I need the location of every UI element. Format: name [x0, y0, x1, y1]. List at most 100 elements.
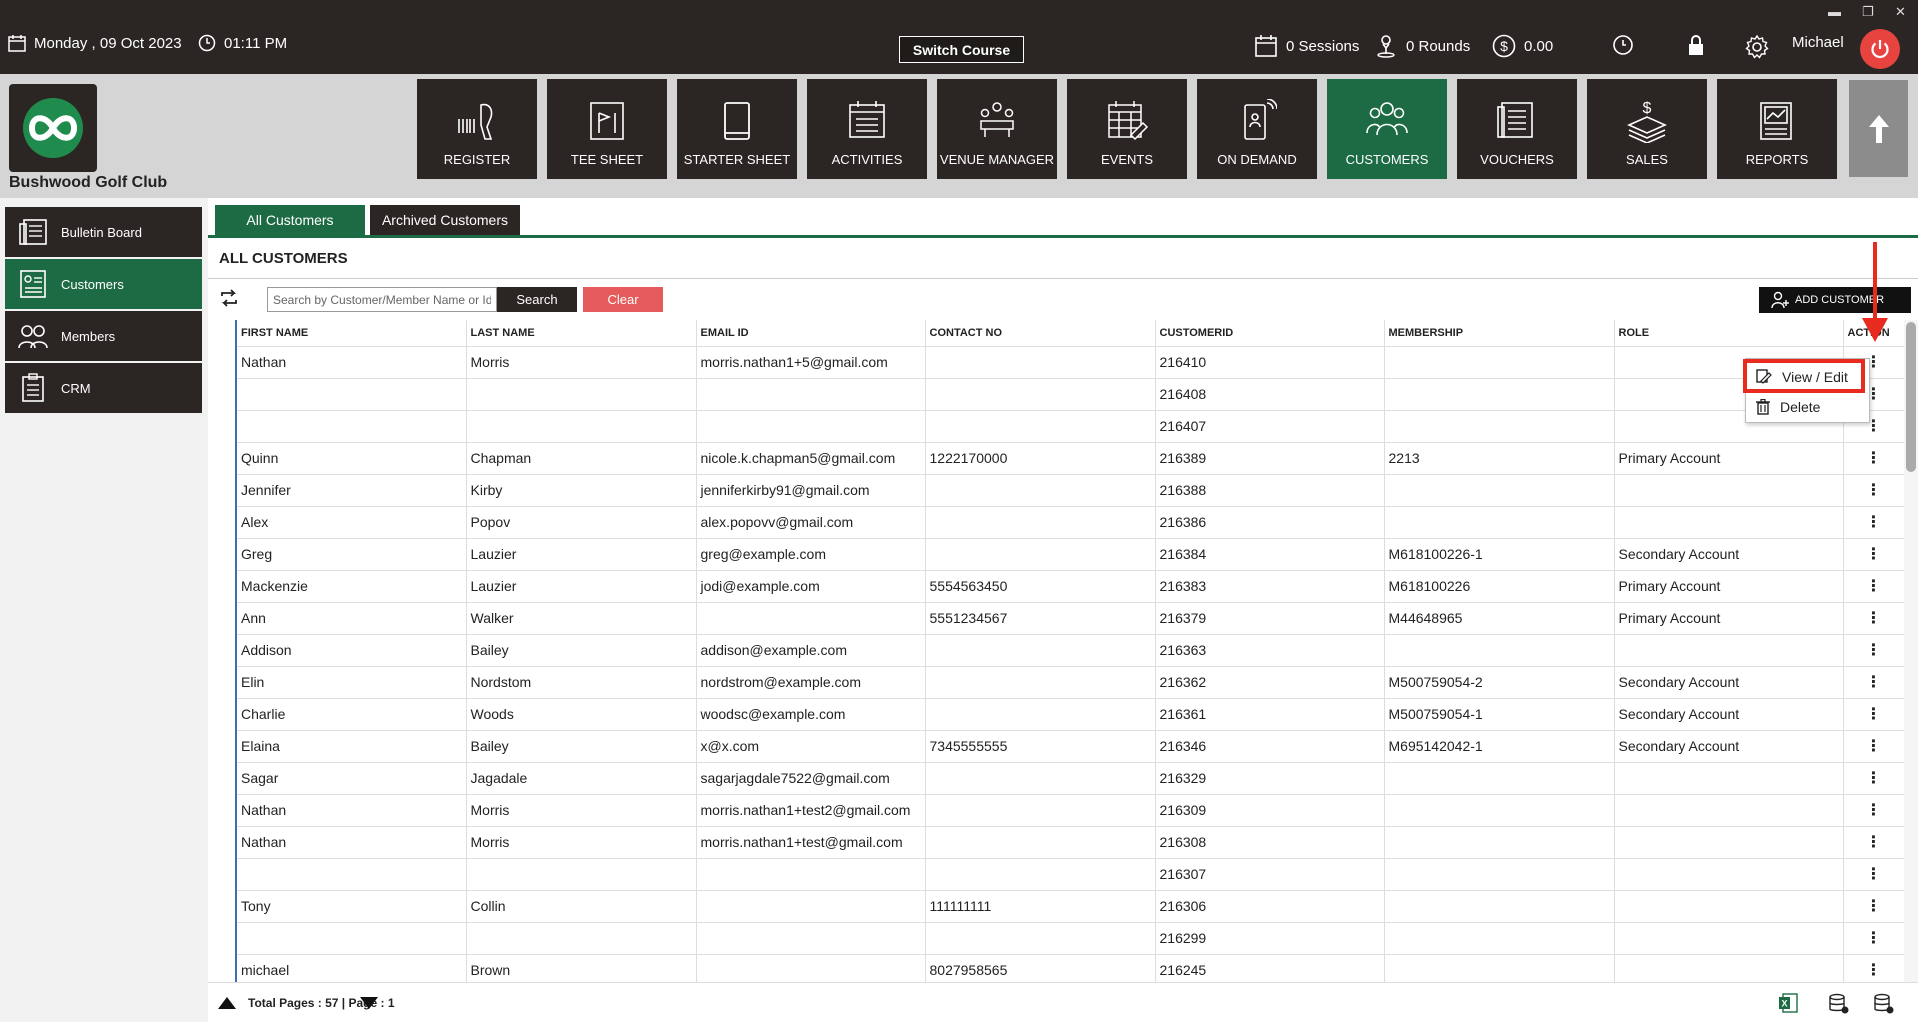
- table-row[interactable]: Greg Lauzier greg@example.com 216384 M618100…: [237, 538, 1904, 571]
- search-button[interactable]: Search: [497, 287, 577, 312]
- table-row[interactable]: Tony Collin 111111111 216306 ⋮: [237, 890, 1904, 923]
- user-name[interactable]: Michael: [1792, 34, 1844, 51]
- table-row[interactable]: Sagar Jagadale sagarjagdale7522@gmail.com 2…: [237, 762, 1904, 795]
- table-row[interactable]: 216408 ⋮: [237, 378, 1904, 411]
- add-customer-label: ADD CUSTOMER: [1795, 294, 1885, 306]
- row-action-kebab-button[interactable]: ⋮: [1843, 954, 1904, 982]
- column-header-first-name[interactable]: FIRST NAME: [237, 320, 467, 347]
- row-action-kebab-button[interactable]: ⋮: [1843, 602, 1904, 635]
- row-action-kebab-button[interactable]: ⋮: [1843, 826, 1904, 859]
- table-row[interactable]: Addison Bailey addison@example.com 216363 ⋮: [237, 634, 1904, 667]
- table-row[interactable]: Elin Nordstom nordstrom@example.com 216362 M…: [237, 666, 1904, 699]
- table-row[interactable]: 216407 ⋮: [237, 410, 1904, 443]
- scrollbar-thumb[interactable]: [1906, 322, 1916, 472]
- nav-tile-customers[interactable]: CUSTOMERS: [1327, 79, 1447, 179]
- nav-tile-sales[interactable]: $ SALES: [1587, 79, 1707, 179]
- column-header-contact[interactable]: CONTACT NO: [925, 320, 1156, 347]
- sessions-calendar-icon: [1255, 35, 1277, 57]
- excel-export-icon[interactable]: X: [1778, 993, 1798, 1013]
- row-action-kebab-button[interactable]: ⋮: [1843, 794, 1904, 827]
- column-header-email[interactable]: EMAIL ID: [696, 320, 926, 347]
- window-close-button[interactable]: ✕: [1895, 4, 1906, 20]
- settings-button[interactable]: [1744, 34, 1770, 60]
- nav-tile-label: VENUE MANAGER: [939, 152, 1055, 167]
- row-action-kebab-button[interactable]: ⋮: [1843, 698, 1904, 731]
- table-row[interactable]: 216307 ⋮: [237, 858, 1904, 891]
- last-name-cell: Jagadale: [466, 762, 697, 795]
- row-action-kebab-button[interactable]: ⋮: [1843, 762, 1904, 795]
- nav-tile-starter-sheet[interactable]: STARTER SHEET: [677, 79, 797, 179]
- row-action-kebab-button[interactable]: ⋮: [1843, 474, 1904, 507]
- first-name-cell: Greg: [237, 538, 467, 571]
- table-row[interactable]: 216299 ⋮: [237, 922, 1904, 955]
- rounds-display[interactable]: 0 Rounds: [1374, 34, 1470, 58]
- scroll-up-button[interactable]: [1849, 80, 1908, 177]
- row-action-kebab-button[interactable]: ⋮: [1843, 570, 1904, 603]
- role-cell: Secondary Account: [1614, 538, 1844, 571]
- database-settings-icon[interactable]: [1828, 993, 1850, 1015]
- page-prev-icon[interactable]: [218, 997, 236, 1009]
- switch-course-button[interactable]: Switch Course: [899, 36, 1024, 63]
- tab-archived-customers[interactable]: Archived Customers: [370, 205, 520, 235]
- history-button[interactable]: [1612, 34, 1634, 56]
- table-row[interactable]: Jennifer Kirby jenniferkirby91@gmail.com 21…: [237, 474, 1904, 507]
- contact-cell: 5551234567: [925, 602, 1156, 635]
- nav-tile-register[interactable]: REGISTER: [417, 79, 537, 179]
- row-action-kebab-button[interactable]: ⋮: [1843, 890, 1904, 923]
- email-cell: alex.popovv@gmail.com: [696, 506, 926, 539]
- sidebar-item-bulletin-board[interactable]: Bulletin Board: [5, 207, 202, 257]
- table-row[interactable]: Charlie Woods woodsc@example.com 216361 M500…: [237, 698, 1904, 731]
- table-row[interactable]: Nathan Morris morris.nathan1+test2@gmail.c…: [237, 794, 1904, 827]
- table-row[interactable]: Alex Popov alex.popovv@gmail.com 216386 ⋮: [237, 506, 1904, 539]
- nav-tile-activities[interactable]: ACTIVITIES: [807, 79, 927, 179]
- row-action-kebab-button[interactable]: ⋮: [1843, 730, 1904, 763]
- table-row[interactable]: Ann Walker 5551234567 216379 M44648965 Primar…: [237, 602, 1904, 635]
- row-action-kebab-button[interactable]: ⋮: [1843, 442, 1904, 475]
- clear-button[interactable]: Clear: [583, 287, 663, 312]
- svg-text:$: $: [1643, 100, 1652, 117]
- window-minimize-button[interactable]: ▬: [1828, 4, 1841, 19]
- row-action-kebab-button[interactable]: ⋮: [1843, 506, 1904, 539]
- row-action-kebab-button[interactable]: ⋮: [1843, 858, 1904, 891]
- column-header-role[interactable]: ROLE: [1614, 320, 1844, 347]
- row-action-kebab-button[interactable]: ⋮: [1843, 666, 1904, 699]
- sessions-display[interactable]: 0 Sessions: [1254, 34, 1359, 58]
- table-row[interactable]: michael Brown 8027958565 216245 ⋮: [237, 954, 1904, 982]
- sidebar-item-crm[interactable]: CRM: [5, 363, 202, 413]
- add-customer-button[interactable]: ADD CUSTOMER: [1759, 287, 1911, 313]
- first-name-cell: Alex: [237, 506, 467, 539]
- window-restore-button[interactable]: ❐: [1862, 4, 1874, 20]
- table-row[interactable]: Nathan Morris morris.nathan1+test@gmail.co…: [237, 826, 1904, 859]
- role-cell: [1614, 858, 1844, 891]
- database-money-icon[interactable]: [1873, 993, 1895, 1015]
- nav-tile-vouchers[interactable]: VOUCHERS: [1457, 79, 1577, 179]
- column-header-membership[interactable]: MEMBERSHIP: [1384, 320, 1615, 347]
- nav-tile-tee-sheet[interactable]: TEE SHEET: [547, 79, 667, 179]
- nav-tile-reports[interactable]: REPORTS: [1717, 79, 1837, 179]
- row-action-kebab-button[interactable]: ⋮: [1843, 634, 1904, 667]
- amount-display[interactable]: $ 0.00: [1492, 34, 1553, 58]
- row-action-kebab-button[interactable]: ⋮: [1843, 922, 1904, 955]
- column-header-customer-id[interactable]: CUSTOMERID: [1155, 320, 1385, 347]
- logout-button[interactable]: [1860, 29, 1900, 69]
- nav-tile-venue-manager[interactable]: VENUE MANAGER: [937, 79, 1057, 179]
- sidebar-item-members[interactable]: Members: [5, 311, 202, 361]
- user-name-text: Michael: [1792, 34, 1844, 51]
- table-scrollbar[interactable]: [1904, 320, 1918, 982]
- table-row[interactable]: Quinn Chapman nicole.k.chapman5@gmail.com 1…: [237, 442, 1904, 475]
- table-row[interactable]: Mackenzie Lauzier jodi@example.com 55545634…: [237, 570, 1904, 603]
- search-input[interactable]: [267, 287, 497, 312]
- table-row[interactable]: Nathan Morris morris.nathan1+5@gmail.com 21…: [237, 346, 1904, 379]
- tab-all-customers[interactable]: All Customers: [215, 205, 365, 235]
- column-header-last-name[interactable]: LAST NAME: [466, 320, 697, 347]
- sidebar-item-customers[interactable]: Customers: [5, 259, 202, 309]
- lock-button[interactable]: [1686, 34, 1706, 56]
- nav-tile-events[interactable]: EVENTS: [1067, 79, 1187, 179]
- page-next-icon[interactable]: [360, 997, 378, 1009]
- refresh-button[interactable]: [219, 288, 239, 313]
- email-cell: nicole.k.chapman5@gmail.com: [696, 442, 926, 475]
- table-row[interactable]: Elaina Bailey x@x.com 7345555555 216346 M6951…: [237, 730, 1904, 763]
- delete-menu-item[interactable]: Delete: [1746, 392, 1871, 422]
- row-action-kebab-button[interactable]: ⋮: [1843, 538, 1904, 571]
- nav-tile-on-demand[interactable]: ON DEMAND: [1197, 79, 1317, 179]
